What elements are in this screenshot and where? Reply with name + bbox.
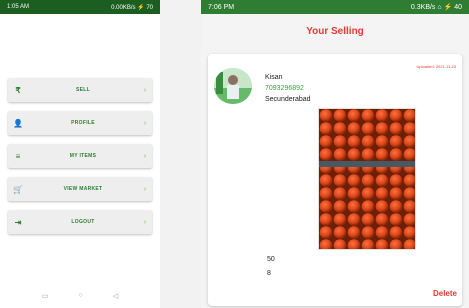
menu-item-view-market[interactable]: 🛒 VIEW MARKET ›: [8, 177, 152, 201]
tomatoes-image-icon: [319, 109, 415, 249]
chevron-right-icon: ›: [143, 152, 147, 160]
menu-item-label: PROFILE: [71, 120, 95, 126]
menu-item-label: MY ITEMS: [69, 153, 97, 159]
quantity-value: 50: [267, 256, 275, 263]
price-value: 8: [267, 270, 271, 277]
upload-date: Uploaded: 2021-11-23: [416, 64, 456, 69]
chevron-right-icon: ›: [143, 119, 147, 127]
profile-icon: 👤: [13, 118, 23, 128]
list-icon: ≡: [15, 151, 21, 161]
menu-item-label: SELL: [76, 87, 90, 93]
menu-item-my-items[interactable]: ≡ MY ITEMS ›: [8, 144, 152, 168]
menu-item-label: LOGOUT: [71, 219, 95, 225]
recents-button[interactable]: ▭: [42, 292, 49, 300]
status-bar: 1:05 AM 0.00KB/s ⚡ 70: [0, 0, 160, 14]
your-selling-screen: 7:06 PM 0.3KB/s ⌂ ⚡ 40 Your Selling Uplo…: [201, 0, 469, 308]
menu-item-profile[interactable]: 👤 PROFILE ›: [8, 111, 152, 135]
cart-icon: 🛒: [13, 184, 23, 194]
produce-image: [318, 108, 416, 250]
chevron-right-icon: ›: [143, 185, 147, 193]
chevron-right-icon: ›: [143, 86, 147, 94]
status-indicators: 0.00KB/s ⚡ 70: [111, 4, 153, 11]
status-bar: 7:06 PM 0.3KB/s ⌂ ⚡ 40: [201, 0, 469, 14]
menu-screen: 1:05 AM 0.00KB/s ⚡ 70 ₹ SELL › 👤 PROFILE…: [0, 0, 160, 308]
listing-card: Uploaded: 2021-11-23 Kisan 7093296892 Se…: [208, 54, 462, 306]
logout-icon: ⇥: [14, 217, 22, 227]
back-button[interactable]: ◁: [113, 292, 118, 300]
seller-name: Kisan: [265, 74, 283, 81]
menu-item-label: VIEW MARKET: [63, 186, 103, 192]
menu-item-logout[interactable]: ⇥ LOGOUT ›: [8, 210, 152, 234]
delete-button[interactable]: Delete: [433, 289, 457, 298]
farmer-photo-icon: [214, 68, 252, 104]
status-time: 7:06 PM: [208, 3, 235, 11]
rupee-icon: ₹: [15, 85, 21, 95]
system-nav-bar: ▭ ○ ◁: [0, 292, 160, 300]
seller-city: Secunderabad: [265, 96, 311, 103]
home-button[interactable]: ○: [79, 292, 83, 300]
main-menu: ₹ SELL › 👤 PROFILE › ≡ MY ITEMS › 🛒 VIEW…: [8, 78, 152, 243]
avatar: [214, 68, 252, 104]
chevron-right-icon: ›: [143, 218, 147, 226]
menu-item-sell[interactable]: ₹ SELL ›: [8, 78, 152, 102]
page-title: Your Selling: [306, 26, 364, 37]
status-indicators: 0.3KB/s ⌂ ⚡ 40: [410, 4, 462, 11]
seller-phone[interactable]: 7093296892: [265, 85, 304, 92]
status-time: 1:05 AM: [7, 4, 30, 10]
